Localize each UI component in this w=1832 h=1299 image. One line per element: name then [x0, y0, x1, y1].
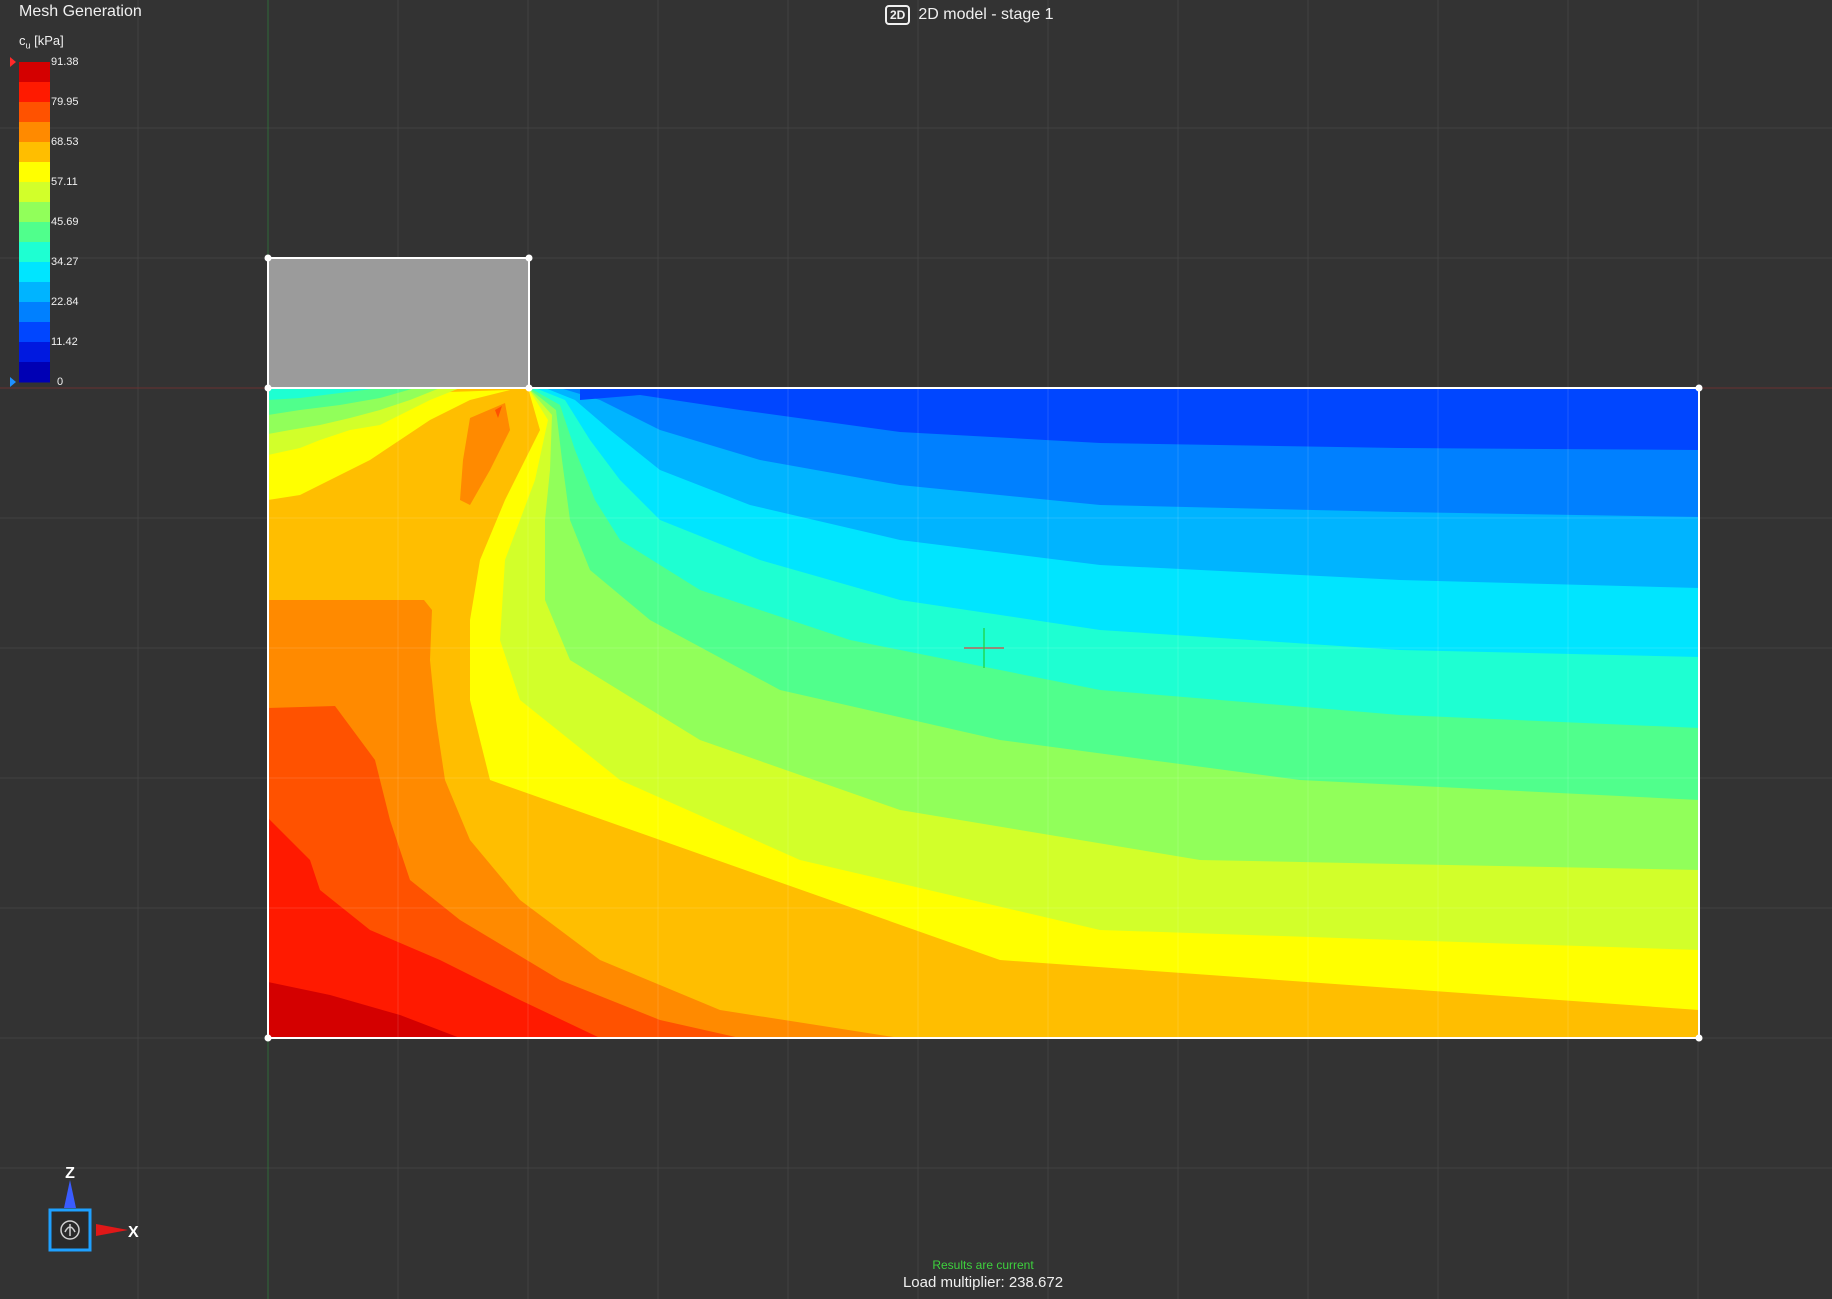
legend-swatch: [19, 142, 50, 163]
footing-block[interactable]: [267, 257, 530, 389]
legend-label: 11.42: [51, 336, 78, 348]
legend-swatch: [19, 62, 50, 83]
legend-label: 34.27: [51, 256, 79, 268]
results-status: Results are current: [932, 1258, 1034, 1272]
legend-color-bar: [19, 62, 50, 383]
legend-swatch: [19, 82, 50, 103]
legend-swatch: [19, 262, 50, 283]
legend-header: cu [kPa]: [19, 33, 64, 51]
legend-swatch: [19, 182, 50, 203]
z-axis-arrow: [64, 1180, 76, 1208]
legend-swatch: [19, 122, 50, 143]
legend-swatch: [19, 362, 50, 383]
load-multiplier-readout: Load multiplier: 238.672: [902, 1274, 1064, 1291]
legend-swatch: [19, 282, 50, 303]
legend-min-marker: [10, 377, 16, 387]
legend-label: 0: [57, 376, 64, 388]
legend-swatch: [19, 162, 50, 183]
legend-label: 45.69: [51, 216, 79, 228]
legend-swatch: [19, 342, 50, 363]
legend-swatch: [19, 242, 50, 263]
z-axis-label: Z: [65, 1165, 75, 1182]
model-title: 2D 2D model - stage 1: [885, 2, 1054, 28]
legend-unit: [kPa]: [30, 33, 64, 48]
axis-orientation-gizmo[interactable]: Z X: [40, 1160, 150, 1260]
legend-label: 91.38: [51, 56, 79, 68]
x-axis-arrow: [96, 1224, 128, 1236]
legend-label: 22.84: [51, 296, 79, 308]
legend-swatch: [19, 322, 50, 343]
section-title: Mesh Generation: [19, 3, 142, 20]
model-2d-badge: 2D: [885, 5, 911, 25]
legend-label: 79.95: [51, 96, 79, 108]
legend-swatch: [19, 202, 50, 223]
x-axis-label: X: [128, 1224, 139, 1241]
legend-max-marker: [10, 57, 16, 67]
model-viewport[interactable]: [0, 0, 1832, 1299]
legend-label: 57.11: [51, 176, 78, 188]
legend-swatch: [19, 102, 50, 123]
legend-swatch: [19, 222, 50, 243]
legend-label: 68.53: [51, 136, 79, 148]
legend-swatch: [19, 302, 50, 323]
model-title-text: 2D model - stage 1: [918, 6, 1054, 23]
soil-contour-field: [268, 388, 1699, 1038]
